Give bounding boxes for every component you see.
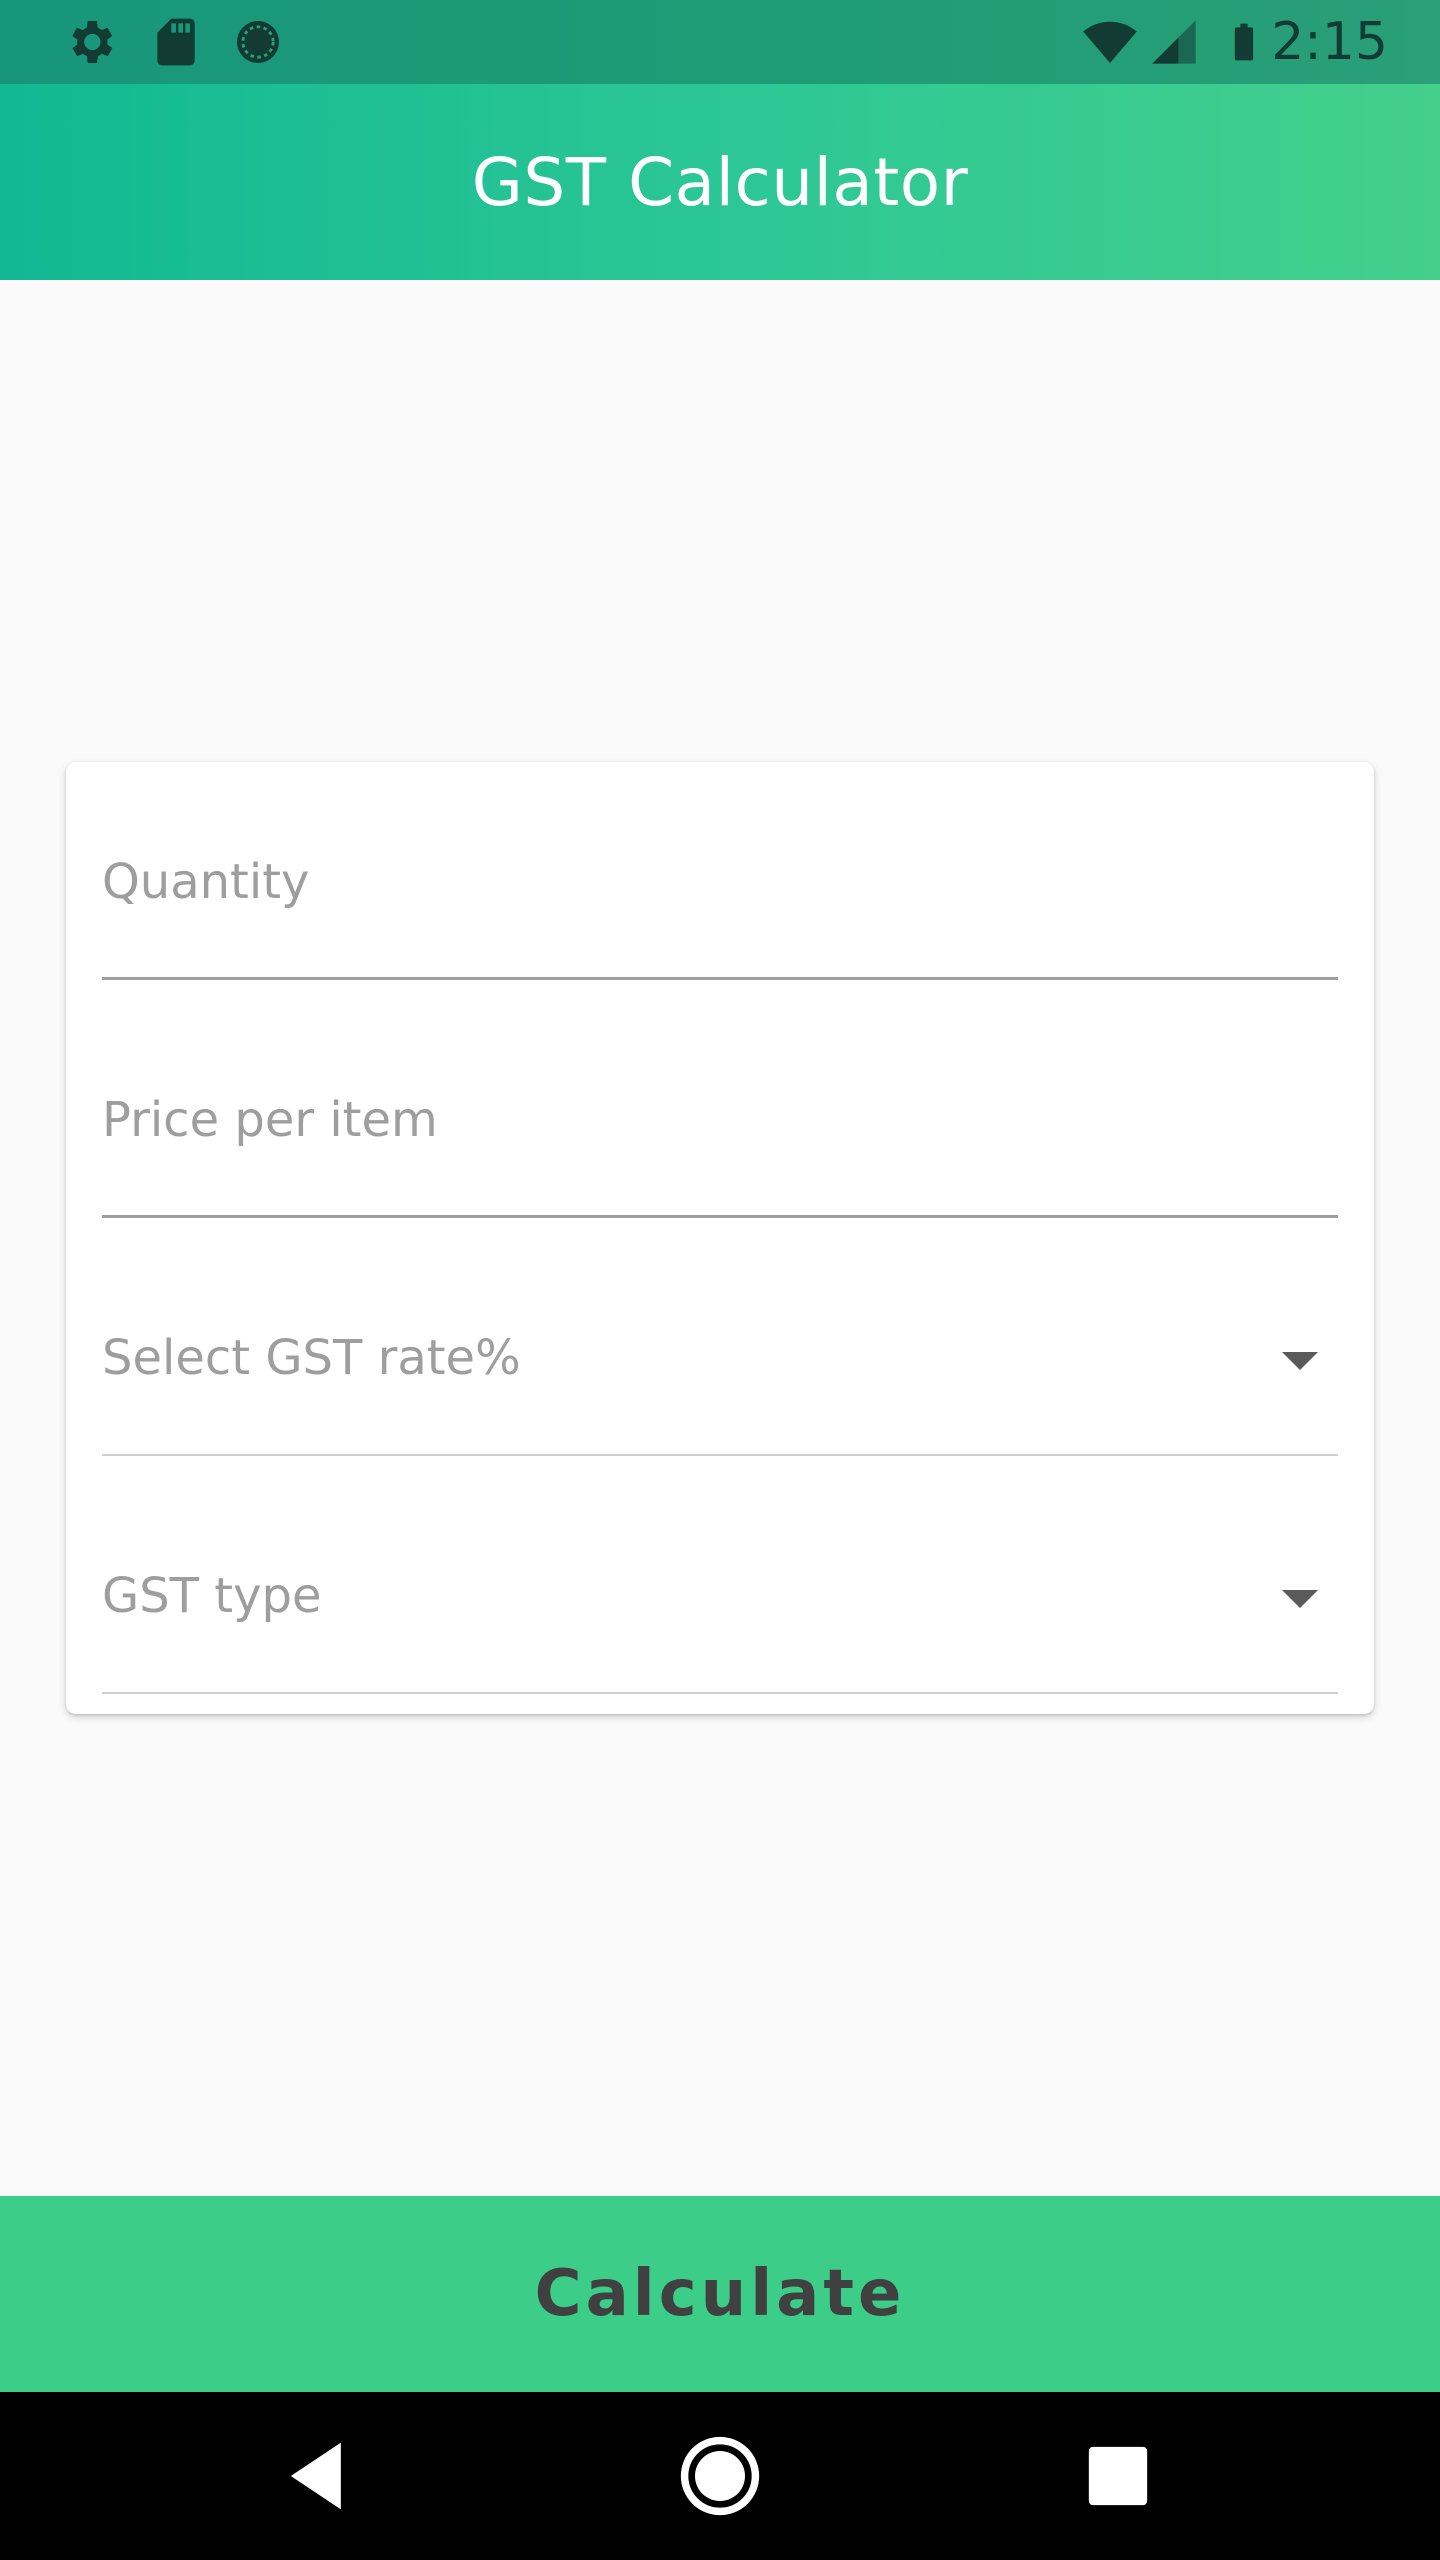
sd-card-icon <box>157 18 195 66</box>
wifi-icon <box>1083 21 1137 63</box>
chevron-down-icon <box>1282 1590 1318 1608</box>
system-nav-bar <box>0 2392 1440 2560</box>
home-icon[interactable] <box>670 2426 770 2526</box>
calculate-label: Calculate <box>534 2257 906 2331</box>
price-per-item-field[interactable]: Price per item <box>102 1092 1338 1218</box>
app-bar: GST Calculator <box>0 84 1440 280</box>
status-time: 2:15 <box>1271 12 1388 72</box>
price-per-item-label: Price per item <box>102 1092 438 1148</box>
chevron-down-icon <box>1282 1352 1318 1370</box>
price-per-item-underline <box>102 1215 1338 1218</box>
gst-form-card: Quantity Price per item Select GST rate%… <box>66 762 1374 1714</box>
gst-rate-underline <box>102 1454 1338 1456</box>
gst-rate-label: Select GST rate% <box>102 1330 521 1386</box>
status-bar: 2:15 <box>0 0 1440 84</box>
cell-signal-icon <box>1152 20 1196 64</box>
quantity-label: Quantity <box>102 854 310 910</box>
gst-type-dropdown[interactable]: GST type <box>102 1568 1338 1694</box>
gear-icon <box>72 21 113 63</box>
quantity-field[interactable]: Quantity <box>102 854 1338 980</box>
calculate-button[interactable]: Calculate <box>0 2196 1440 2392</box>
quantity-underline <box>102 977 1338 980</box>
gst-type-label: GST type <box>102 1568 322 1624</box>
page-title: GST Calculator <box>471 143 969 221</box>
sync-icon <box>237 21 279 63</box>
battery-icon <box>1234 23 1254 61</box>
recents-icon[interactable] <box>1068 2426 1168 2526</box>
gst-type-underline <box>102 1692 1338 1694</box>
gst-rate-dropdown[interactable]: Select GST rate% <box>102 1330 1338 1456</box>
back-icon[interactable] <box>270 2426 370 2526</box>
